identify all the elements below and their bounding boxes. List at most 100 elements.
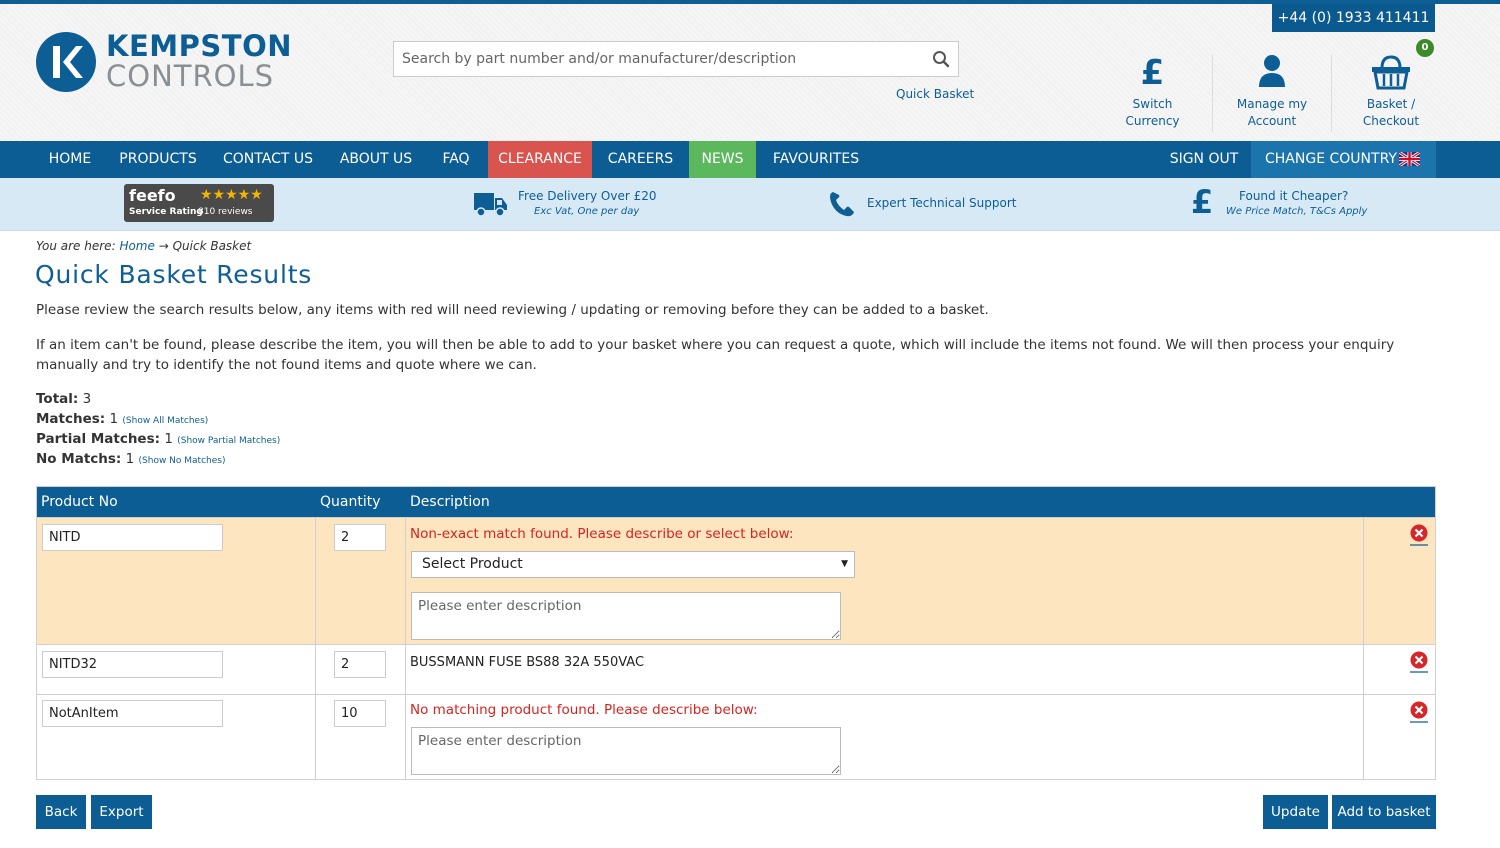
stat-total: Total: 3 — [36, 391, 91, 407]
show-no-matches-link[interactable]: (Show No Matches) — [139, 456, 226, 466]
partial-match-message: Non-exact match found. Please describe o… — [410, 526, 794, 542]
column-divider — [315, 645, 316, 694]
uk-flag-icon — [1399, 152, 1420, 166]
show-partial-matches-link[interactable]: (Show Partial Matches) — [177, 436, 280, 446]
product-no-input[interactable] — [42, 524, 223, 551]
nav-products[interactable]: PRODUCTS — [110, 141, 206, 178]
site-header: +44 (0) 1933 411411 KEMPSTON CONTROLS Qu… — [0, 4, 1500, 141]
breadcrumb: You are here: Home → Quick Basket — [36, 239, 251, 253]
pound-price-match-icon: £ — [1191, 183, 1214, 221]
manage-account-button[interactable]: Manage my Account — [1226, 54, 1318, 130]
nav-clearance[interactable]: CLEARANCE — [488, 141, 592, 178]
add-to-basket-button[interactable]: Add to basket — [1332, 795, 1436, 829]
stat-matches-value: 1 — [109, 411, 119, 427]
nav-home[interactable]: HOME — [36, 141, 104, 178]
product-no-input[interactable] — [42, 700, 223, 727]
update-button[interactable]: Update — [1263, 795, 1328, 829]
column-divider — [405, 645, 406, 694]
header-divider — [1212, 54, 1213, 132]
phone-icon — [830, 192, 854, 217]
select-product-value: Select Product — [422, 556, 523, 572]
price-match-subtitle: We Price Match, T&Cs Apply — [1226, 206, 1368, 217]
breadcrumb-home-link[interactable]: Home — [119, 239, 154, 253]
phone-number[interactable]: +44 (0) 1933 411411 — [1272, 4, 1435, 32]
site-logo[interactable]: KEMPSTON CONTROLS — [36, 30, 296, 94]
quantity-input[interactable] — [334, 651, 386, 678]
export-button[interactable]: Export — [91, 795, 152, 829]
remove-item-icon[interactable] — [1409, 651, 1429, 673]
quick-basket-table: Product No Quantity Description Non-exac… — [36, 486, 1436, 780]
breadcrumb-current: Quick Basket — [172, 239, 252, 253]
stat-no-matches-label: No Matchs: — [36, 451, 122, 467]
feefo-badge[interactable]: feefo ★★★★★ Service Rating 810 reviews — [124, 184, 274, 222]
feefo-logo: feefo — [129, 186, 176, 205]
delivery-truck-icon — [474, 193, 507, 217]
nav-change-country[interactable]: CHANGE COUNTRY — [1251, 141, 1436, 178]
basket-count-badge: 0 — [1416, 39, 1434, 57]
stat-partial-value: 1 — [164, 431, 173, 447]
search-input[interactable] — [394, 42, 914, 76]
stat-partial-label: Partial Matches: — [36, 431, 161, 447]
nav-about-us[interactable]: ABOUT US — [330, 141, 422, 178]
show-all-matches-link[interactable]: (Show All Matches) — [122, 416, 208, 426]
stat-partial: Partial Matches: 1 (Show Partial Matches… — [36, 431, 280, 447]
nav-favourites[interactable]: FAVOURITES — [762, 141, 870, 178]
feefo-review-count: 810 reviews — [198, 207, 253, 217]
basket-label-line1: Basket / — [1366, 97, 1416, 111]
quick-basket-link[interactable]: Quick Basket — [896, 87, 974, 101]
description-textarea[interactable] — [411, 592, 841, 640]
basket-checkout-button[interactable]: Basket / Checkout — [1350, 54, 1432, 130]
product-no-input[interactable] — [42, 651, 223, 678]
breadcrumb-arrow: → — [158, 239, 169, 253]
description-textarea[interactable] — [411, 727, 841, 775]
stat-matches-label: Matches: — [36, 411, 106, 427]
table-row: Non-exact match found. Please describe o… — [37, 517, 1435, 644]
column-divider — [1363, 695, 1364, 779]
switch-currency-button[interactable]: £ Switch Currency — [1104, 54, 1201, 130]
select-product-dropdown[interactable]: Select Product ▼ — [411, 551, 855, 578]
stat-no-matches-value: 1 — [125, 451, 135, 467]
header-product-no: Product No — [41, 494, 118, 510]
delivery-subtitle: Exc Vat, One per day — [534, 206, 640, 217]
not-found-paragraph: If an item can't be found, please descri… — [36, 337, 1395, 373]
header-divider — [1331, 54, 1332, 132]
search-icon[interactable] — [932, 50, 950, 68]
intro-paragraph: Please review the search results below, … — [36, 302, 989, 318]
star-rating-icon: ★★★★★ — [200, 187, 263, 203]
quantity-input[interactable] — [334, 700, 386, 727]
stat-total-value: 3 — [82, 391, 92, 407]
nav-careers[interactable]: CAREERS — [598, 141, 683, 178]
remove-item-icon[interactable] — [1409, 524, 1429, 546]
table-header: Product No Quantity Description — [37, 487, 1435, 517]
header-quantity: Quantity — [320, 494, 381, 510]
stat-no-matches: No Matchs: 1 (Show No Matches) — [36, 451, 225, 467]
quantity-input[interactable] — [334, 524, 386, 551]
support-title: Expert Technical Support — [867, 196, 1017, 210]
table-row: BUSSMANN FUSE BS88 32A 550VAC — [37, 644, 1435, 694]
user-icon — [1226, 54, 1318, 96]
column-divider — [1363, 518, 1364, 644]
breadcrumb-prefix: You are here: — [36, 239, 116, 253]
column-divider — [405, 518, 406, 644]
nav-faq[interactable]: FAQ — [430, 141, 482, 178]
account-label-line1: Manage my — [1236, 97, 1308, 111]
back-button[interactable]: Back — [36, 795, 86, 829]
column-divider — [315, 695, 316, 779]
switch-currency-label: Switch Currency — [1125, 97, 1180, 128]
logo-k-icon — [36, 32, 96, 92]
nav-sign-out[interactable]: SIGN OUT — [1160, 141, 1248, 178]
feefo-rating-label: Service Rating — [129, 207, 203, 217]
page-title: Quick Basket Results — [35, 260, 313, 289]
dropdown-arrow-icon: ▼ — [841, 559, 848, 569]
nav-news[interactable]: NEWS — [689, 141, 756, 178]
logo-text-controls: CONTROLS — [106, 59, 275, 93]
stat-total-label: Total: — [36, 391, 79, 407]
nav-contact-us[interactable]: CONTACT US — [212, 141, 324, 178]
column-divider — [1363, 645, 1364, 694]
main-nav: HOME PRODUCTS CONTACT US ABOUT US FAQ CL… — [0, 141, 1500, 178]
stat-matches: Matches: 1 (Show All Matches) — [36, 411, 208, 427]
pound-currency-icon: £ — [1140, 53, 1165, 93]
remove-item-icon[interactable] — [1409, 701, 1429, 723]
account-label-line2: Account — [1247, 114, 1297, 128]
search-box — [393, 41, 959, 77]
